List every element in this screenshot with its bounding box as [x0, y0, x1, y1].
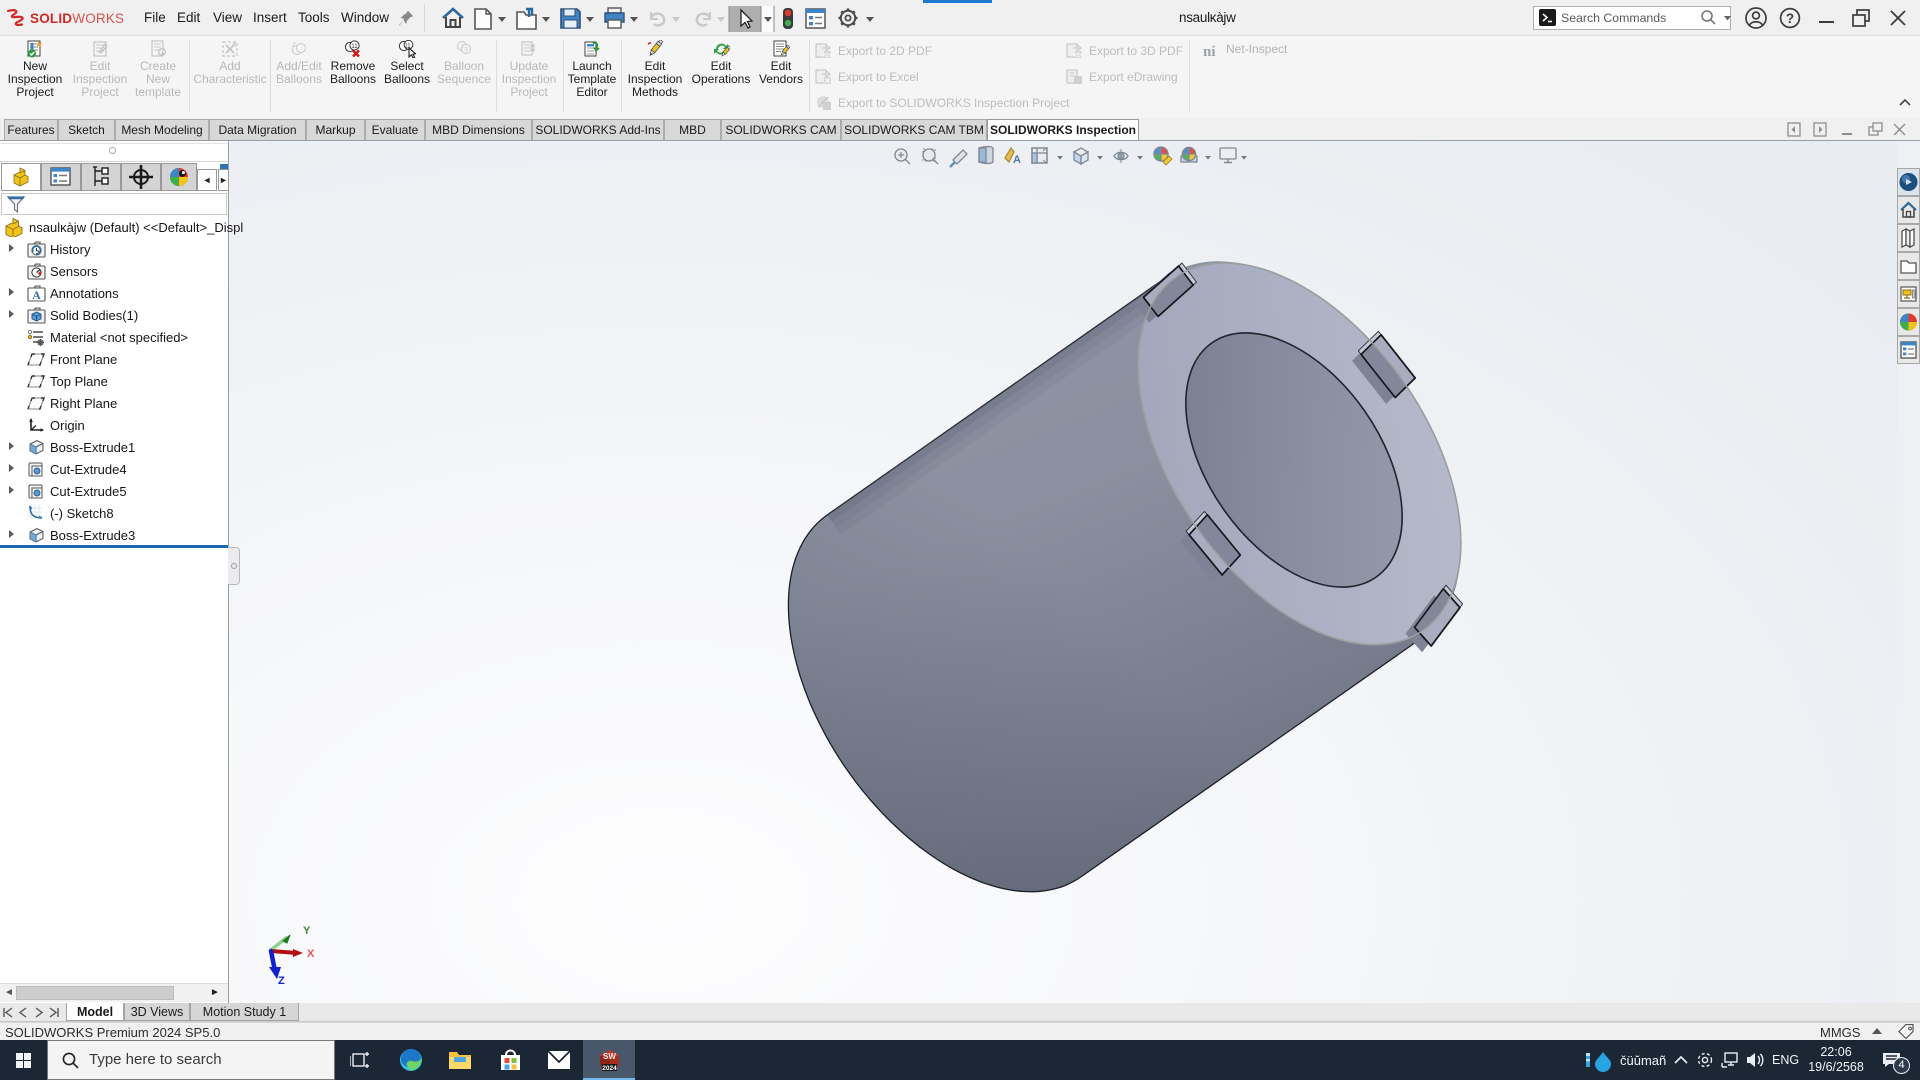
svg-text:A: A	[1013, 154, 1021, 166]
svg-text:A: A	[32, 290, 41, 302]
svg-text:11: 11	[351, 44, 358, 50]
svg-text:PDF: PDF	[1073, 53, 1083, 59]
svg-text:2024: 2024	[602, 1065, 617, 1072]
svg-text:?: ?	[1786, 11, 1794, 26]
svg-text:X: X	[307, 948, 315, 960]
svg-text:Y: Y	[303, 925, 311, 937]
svg-text:SOLIDWORKS: SOLIDWORKS	[30, 11, 124, 26]
svg-text:PDF: PDF	[822, 53, 832, 59]
svg-text:Z: Z	[278, 975, 285, 987]
svg-text:SW: SW	[603, 1052, 616, 1061]
